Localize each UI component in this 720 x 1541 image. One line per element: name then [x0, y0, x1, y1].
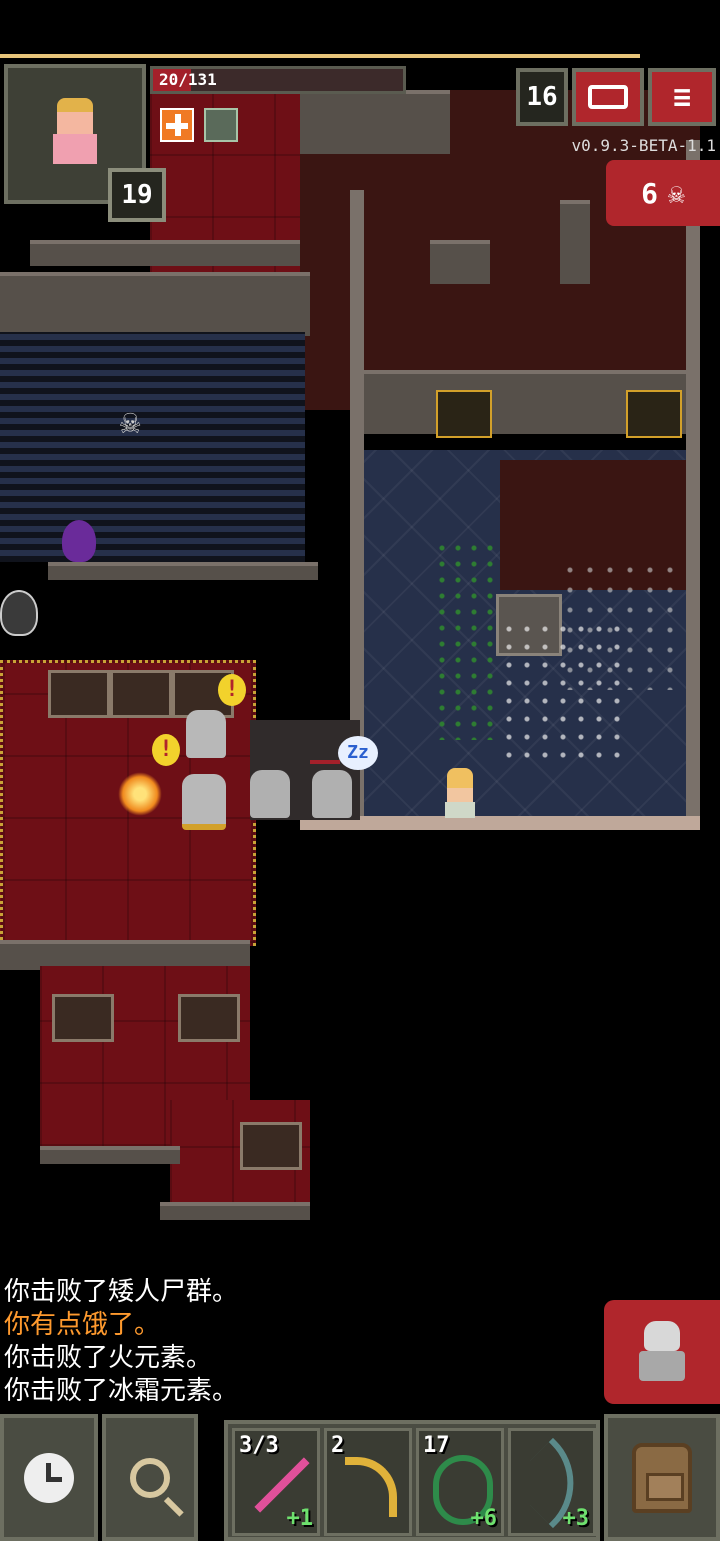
clock-icon — [24, 1452, 74, 1503]
skeleton-enemy[interactable] — [186, 710, 226, 758]
quickslot-2[interactable]: 2 — [324, 1428, 412, 1536]
backpack-icon — [632, 1442, 692, 1513]
wall — [40, 1146, 180, 1164]
quickslot-bonus: +1 — [286, 1506, 314, 1531]
skeleton-icon — [639, 1321, 685, 1383]
wall — [686, 140, 700, 830]
quickslot-3[interactable]: 17 +6 — [416, 1428, 504, 1536]
hero-character[interactable] — [442, 768, 478, 818]
bookshelf — [178, 994, 240, 1042]
menu-button[interactable]: ≡ — [648, 68, 716, 126]
quickslot-bonus: +6 — [470, 1506, 498, 1531]
wall — [160, 1202, 310, 1220]
wait-button[interactable] — [0, 1414, 98, 1541]
quickslot-bonus: +3 — [562, 1506, 590, 1531]
version-label: v0.9.3-BETA-1.1 — [571, 136, 717, 155]
wall — [48, 562, 318, 580]
grate-floor — [0, 332, 305, 562]
experience-bar — [0, 54, 640, 58]
potion-icon[interactable] — [62, 520, 96, 562]
dungeon-map[interactable]: ☠ ! ! Zz — [0, 60, 720, 1220]
quickslot-count: 17 — [423, 1433, 450, 1458]
quickslot-count: 3/3 — [239, 1433, 279, 1458]
log-line: 你击败了矮人尸群。 — [4, 1277, 239, 1307]
journal-icon — [588, 85, 628, 109]
shielding-buff-icon[interactable] — [204, 108, 238, 142]
quickslot-count: 2 — [331, 1433, 345, 1458]
backpack-button[interactable] — [604, 1414, 720, 1541]
danger-count: 6 — [641, 176, 658, 210]
hero-level: 19 — [108, 168, 166, 222]
quickslot-1[interactable]: 3/3 +1 — [232, 1428, 320, 1536]
wall — [300, 90, 450, 154]
hunger-buff-icon[interactable] — [160, 108, 194, 142]
skull-bones-icon: ☠ — [120, 402, 141, 442]
log-line: 你有点饿了。 — [4, 1310, 161, 1340]
hero-avatar — [52, 98, 98, 168]
journal-button[interactable] — [572, 68, 644, 126]
magnifier-icon — [130, 1457, 184, 1517]
skull-icon: ☠ — [668, 176, 685, 210]
wand-icon — [254, 1457, 310, 1513]
grass — [434, 540, 494, 740]
potion-icon[interactable] — [0, 590, 38, 636]
wall — [0, 272, 310, 336]
enemy-health-bar — [310, 760, 340, 764]
sleep-bubble: Zz — [338, 736, 378, 770]
tall-grass — [560, 560, 680, 690]
game-log: 你击败了矮人尸群。 你有点饿了。 你击败了火元素。 你击败了冰霜元素。 — [4, 1276, 238, 1408]
depth-indicator[interactable]: 16 — [516, 68, 568, 126]
bookshelf-door — [626, 390, 682, 438]
alert-mark: ! — [218, 674, 246, 706]
wall — [560, 200, 590, 284]
skeleton-enemy[interactable] — [312, 770, 352, 818]
danger-indicator[interactable]: 6 ☠ — [606, 160, 720, 226]
menu-icon: ≡ — [672, 79, 692, 115]
bookshelf — [240, 1122, 302, 1170]
search-button[interactable] — [102, 1414, 198, 1541]
log-line: 你击败了火元素。 — [4, 1343, 213, 1373]
bookshelf — [52, 994, 114, 1042]
bookshelf-door — [436, 390, 492, 438]
skeleton-enemy[interactable] — [250, 770, 290, 818]
skeleton-enemy[interactable] — [182, 774, 226, 830]
alert-mark: ! — [152, 734, 180, 766]
quickslot-4[interactable]: +3 — [507, 1428, 599, 1536]
wall — [30, 240, 320, 266]
wall — [430, 240, 490, 284]
log-line: 你击败了冰霜元素。 — [4, 1376, 239, 1406]
boomerang-icon — [345, 1457, 397, 1517]
health-text: 20/131 — [159, 70, 217, 89]
health-bar: 20/131 — [150, 66, 406, 94]
fire-elemental[interactable] — [118, 772, 162, 816]
wall — [300, 816, 700, 830]
attack-button[interactable] — [604, 1300, 720, 1404]
